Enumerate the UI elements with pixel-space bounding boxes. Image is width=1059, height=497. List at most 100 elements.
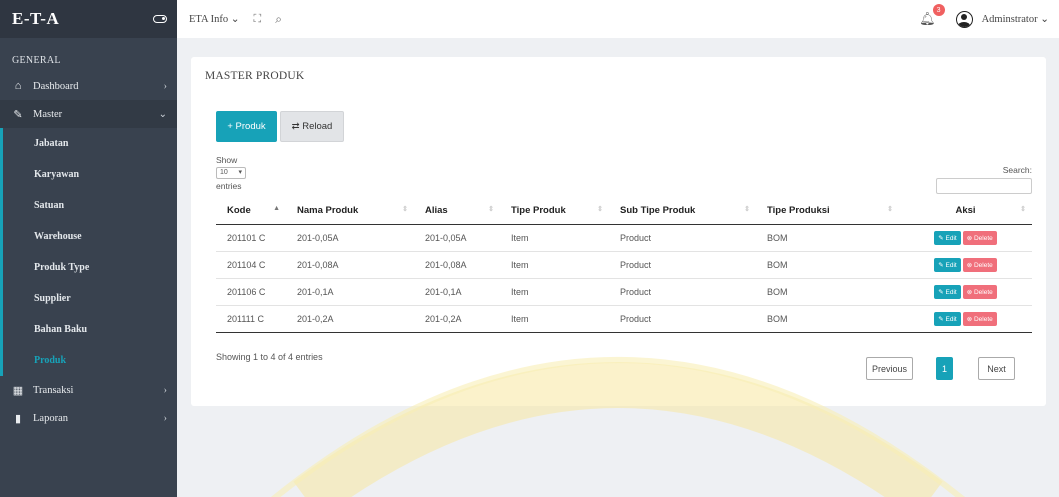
chevron-down-icon: ⌄	[158, 108, 167, 120]
table-row: 201106 C 201-0,1A 201-0,1A Item Product …	[216, 278, 1032, 306]
cell-aksi: ✎ Edit ⊗ Delete	[899, 224, 1032, 252]
cell-tipe-produk: Item	[500, 224, 609, 252]
cell-kode: 201101 C	[216, 224, 286, 252]
cell-alias: 201-0,05A	[414, 224, 500, 252]
show-label: Show	[216, 155, 238, 165]
search-label: Search:	[1002, 165, 1032, 175]
sidebar-item-produk-type[interactable]: Produk Type	[0, 252, 177, 283]
table-row: 201111 C 201-0,2A 201-0,2A Item Product …	[216, 305, 1032, 333]
cell-sub-tipe-produk: Product	[609, 305, 756, 333]
page-title: MASTER PRODUK	[205, 70, 305, 82]
cell-kode: 201106 C	[216, 278, 286, 306]
col-alias[interactable]: Alias ⇕	[414, 198, 500, 225]
sidebar-item-label: Master	[33, 108, 63, 120]
chevron-right-icon: ›	[163, 384, 167, 396]
sort-icon: ⇕	[402, 206, 408, 213]
col-tipe-produk[interactable]: Tipe Produk ⇕	[500, 198, 609, 225]
cell-alias: 201-0,2A	[414, 305, 500, 333]
user-menu[interactable]: Adminstrator ⌄	[982, 13, 1049, 25]
chevron-right-icon: ›	[163, 80, 167, 92]
sidebar-item-label: Laporan	[33, 412, 68, 424]
sidebar-item-warehouse[interactable]: Warehouse	[0, 221, 177, 252]
sidebar-item-supplier[interactable]: Supplier	[0, 283, 177, 314]
delete-button[interactable]: ⊗ Delete	[962, 284, 997, 299]
edit-button[interactable]: ✎ Edit	[934, 230, 961, 245]
sidebar-item-laporan[interactable]: ▮ Laporan ›	[0, 404, 177, 432]
cell-tipe-produksi: BOM	[756, 224, 899, 252]
chevron-down-icon: ▾	[238, 169, 242, 176]
delete-button[interactable]: ⊗ Delete	[962, 230, 997, 245]
cell-alias: 201-0,08A	[414, 251, 500, 279]
sort-icon: ⇕	[744, 206, 750, 213]
master-produk-card: MASTER PRODUK + Produk ⇄ Reload Show 10 …	[191, 57, 1046, 406]
cell-nama-produk: 201-0,2A	[286, 305, 414, 333]
sidebar-item-jabatan[interactable]: Jabatan	[0, 128, 177, 159]
sort-asc-icon: ▲	[273, 205, 280, 212]
entries-select[interactable]: 10 ▾	[216, 167, 246, 179]
cell-alias: 201-0,1A	[414, 278, 500, 306]
cell-nama-produk: 201-0,08A	[286, 251, 414, 279]
section-label-general: GENERAL	[12, 55, 61, 66]
search-icon[interactable]: ⌕	[275, 12, 282, 27]
eta-info-menu[interactable]: ETA Info ⌄	[189, 13, 240, 25]
sort-icon: ⇕	[488, 206, 494, 213]
master-submenu: Jabatan Karyawan Satuan Warehouse Produk…	[0, 128, 177, 376]
col-sub-tipe-produk[interactable]: Sub Tipe Produk ⇕	[609, 198, 756, 225]
avatar[interactable]	[955, 10, 973, 28]
sidebar-item-label: Dashboard	[33, 80, 79, 92]
chevron-right-icon: ›	[163, 412, 167, 424]
delete-button[interactable]: ⊗ Delete	[962, 311, 997, 326]
sort-icon: ⇕	[1020, 206, 1026, 213]
sidebar-item-bahan-baku[interactable]: Bahan Baku	[0, 314, 177, 345]
cell-tipe-produksi: BOM	[756, 251, 899, 279]
previous-page-button[interactable]: Previous	[866, 357, 913, 380]
cell-sub-tipe-produk: Product	[609, 224, 756, 252]
delete-button[interactable]: ⊗ Delete	[962, 257, 997, 272]
col-kode[interactable]: Kode ▲	[216, 198, 286, 225]
brand-bar: E-T-A	[0, 0, 177, 38]
page-1-button[interactable]: 1	[936, 357, 953, 380]
table-header-row: Kode ▲ Nama Produk ⇕ Alias ⇕ Tipe Produk ⇕ S…	[216, 198, 1032, 225]
show-entries: Show 10 ▾ entries	[216, 154, 246, 192]
col-nama-produk[interactable]: Nama Produk ⇕	[286, 198, 414, 225]
sidebar-item-produk[interactable]: Produk	[0, 345, 177, 376]
cell-tipe-produk: Item	[500, 251, 609, 279]
produk-table: Kode ▲ Nama Produk ⇕ Alias ⇕ Tipe Produk ⇕ S…	[216, 198, 1032, 333]
col-aksi[interactable]: Aksi ⇕	[899, 198, 1032, 225]
col-tipe-produksi[interactable]: Tipe Produksi ⇕	[756, 198, 899, 225]
search-input[interactable]	[936, 178, 1032, 194]
next-page-button[interactable]: Next	[978, 357, 1015, 380]
cell-nama-produk: 201-0,05A	[286, 224, 414, 252]
cell-kode: 201104 C	[216, 251, 286, 279]
edit-button[interactable]: ✎ Edit	[934, 284, 961, 299]
fullscreen-icon[interactable]: ⛶	[254, 13, 262, 26]
edit-icon: ✎	[13, 108, 23, 121]
reload-button[interactable]: ⇄ Reload	[280, 111, 344, 142]
sort-icon: ⇕	[597, 206, 603, 213]
entries-value: 10	[220, 169, 228, 176]
edit-button[interactable]: ✎ Edit	[934, 311, 961, 326]
table-info: Showing 1 to 4 of 4 entries	[216, 352, 323, 362]
sidebar-item-dashboard[interactable]: ⌂ Dashboard ›	[0, 72, 177, 100]
add-produk-button[interactable]: + Produk	[216, 111, 277, 142]
sidebar-item-transaksi[interactable]: ▦ Transaksi ›	[0, 376, 177, 404]
cell-tipe-produksi: BOM	[756, 305, 899, 333]
table-row: 201101 C 201-0,05A 201-0,05A Item Produc…	[216, 224, 1032, 252]
grid-icon: ▦	[12, 384, 24, 397]
cell-aksi: ✎ Edit ⊗ Delete	[899, 278, 1032, 306]
cell-nama-produk: 201-0,1A	[286, 278, 414, 306]
sidebar-item-master[interactable]: ✎ Master ⌄	[0, 100, 177, 128]
cell-aksi: ✎ Edit ⊗ Delete	[899, 305, 1032, 333]
bar-chart-icon: ▮	[14, 412, 22, 425]
app-title: E-T-A	[12, 9, 60, 28]
cell-tipe-produk: Item	[500, 305, 609, 333]
sidebar-item-karyawan[interactable]: Karyawan	[0, 159, 177, 190]
sidebar-item-label: Transaksi	[33, 384, 74, 396]
sidebar: E-T-A GENERAL ⌂ Dashboard › ✎ Master ⌄ J…	[0, 0, 177, 497]
sidebar-toggle-icon[interactable]	[153, 15, 167, 23]
edit-button[interactable]: ✎ Edit	[934, 257, 961, 272]
cell-sub-tipe-produk: Product	[609, 278, 756, 306]
cell-aksi: ✎ Edit ⊗ Delete	[899, 251, 1032, 279]
sidebar-item-satuan[interactable]: Satuan	[0, 190, 177, 221]
bell-icon[interactable]: 🔔︎ 3	[919, 4, 945, 27]
